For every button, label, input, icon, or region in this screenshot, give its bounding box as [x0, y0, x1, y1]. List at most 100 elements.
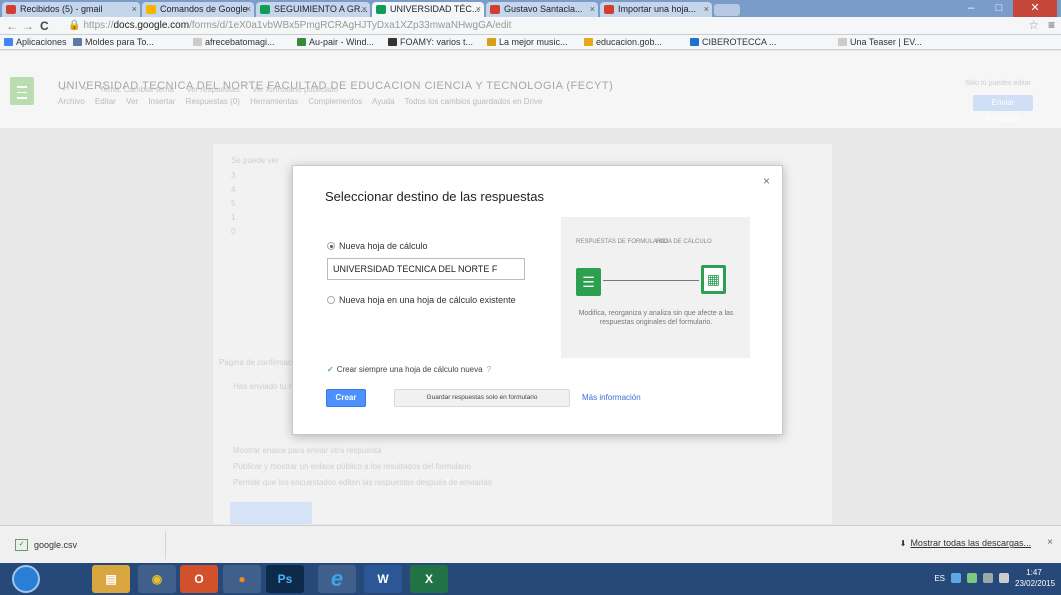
bookmark-icon — [73, 38, 82, 46]
bookmark-label: afrecebatomagi... — [205, 37, 275, 47]
tab-gustavo[interactable]: Gustavo Santacla... × — [486, 2, 598, 17]
bookmark-label: Au-pair - Wind... — [309, 37, 375, 47]
menu-complementos[interactable]: Complementos — [308, 97, 362, 106]
dialog-close-icon[interactable]: × — [763, 174, 770, 188]
bookmark-foamy[interactable]: FOAMY: varios t... — [388, 35, 473, 49]
volume-icon[interactable] — [999, 573, 1009, 583]
word-icon[interactable]: W — [364, 565, 402, 593]
download-item[interactable]: ✓ google.csv — [8, 531, 166, 559]
tab-label: Comandos de Google — [160, 4, 248, 14]
window-controls: – □ ✕ — [957, 0, 1057, 17]
existing-sheet-option[interactable]: Nueva hoja en una hoja de cálculo existe… — [327, 295, 516, 305]
more-info-link[interactable]: Más información — [582, 393, 641, 402]
create-button[interactable]: Crear — [326, 389, 366, 407]
flag-icon[interactable] — [983, 573, 993, 583]
send-form-button-bottom[interactable] — [230, 502, 312, 524]
dialog-title: Seleccionar destino de las respuestas — [325, 189, 544, 204]
chrome-icon[interactable]: ◉ — [138, 565, 176, 593]
firefox-icon[interactable]: ● — [223, 565, 261, 593]
browser-menu-icon[interactable]: ≡ — [1048, 18, 1055, 32]
redo-icon[interactable]: ↷ — [81, 85, 88, 94]
always-new-sheet-checkbox[interactable]: ✓ Crear siempre una hoja de cálculo nueva… — [327, 365, 491, 374]
send-form-button[interactable]: Enviar formulario — [973, 95, 1033, 123]
tab-universidad-active[interactable]: UNIVERSIDAD TÉC... × — [372, 2, 484, 17]
start-button-icon[interactable] — [12, 565, 40, 593]
menu-insertar[interactable]: Insertar — [148, 97, 175, 106]
language-indicator[interactable]: ES — [934, 574, 945, 583]
bookmark-ciberotecca[interactable]: CIBEROTECCA ... — [690, 35, 777, 49]
menu-editar[interactable]: Editar — [95, 97, 116, 106]
tab-seguimiento[interactable]: SEGUIMIENTO A GR... × — [256, 2, 370, 17]
bookmark-label: CIBEROTECCA ... — [702, 37, 777, 47]
tab-label: UNIVERSIDAD TÉC... — [390, 4, 480, 14]
change-theme-button[interactable]: Tema: Cambiar tema — [100, 85, 174, 94]
tab-close-icon[interactable]: × — [704, 2, 709, 17]
tab-close-icon[interactable]: × — [362, 2, 367, 17]
maximize-icon[interactable]: □ — [985, 0, 1013, 17]
tab-close-icon[interactable]: × — [132, 2, 137, 17]
tab-close-icon[interactable]: × — [476, 2, 481, 17]
address-bar-row: ← → C 🔒 https://docs.google.com/forms/d/1… — [0, 17, 1061, 35]
forms-menu-icon[interactable] — [10, 77, 34, 105]
bookmark-aupair[interactable]: Au-pair - Wind... — [297, 35, 375, 49]
system-clock[interactable]: 1:47 23/02/2015 — [1015, 567, 1055, 589]
help-icon[interactable]: ? — [487, 365, 491, 374]
bookmark-teaser[interactable]: Una Teaser | EV... — [838, 35, 922, 49]
office-icon[interactable]: O — [180, 565, 218, 593]
bookmark-moldes[interactable]: Moldes para To... — [73, 35, 154, 49]
radio-unselected-icon[interactable] — [327, 296, 335, 304]
url-host: docs.google.com — [113, 20, 190, 31]
bookmark-educacion[interactable]: educacion.gob... — [584, 35, 662, 49]
option-item: 4 — [231, 185, 236, 194]
tab-gmail[interactable]: Recibidos (5) - gmail × — [2, 2, 140, 17]
radio-selected-icon[interactable] — [327, 242, 335, 250]
view-live-form-button[interactable]: Ver formulario publicado — [252, 85, 338, 94]
new-tab-button[interactable] — [714, 4, 740, 16]
option-item: 1 — [231, 213, 236, 222]
forward-arrow-icon[interactable]: → — [22, 18, 34, 34]
bookmark-star-icon[interactable]: ☆ — [1028, 18, 1039, 32]
document-menu: Archivo Editar Ver Insertar Respuestas (… — [58, 97, 550, 106]
download-bar-close-icon[interactable]: × — [1047, 537, 1053, 548]
security-icon[interactable] — [967, 573, 977, 583]
photoshop-icon[interactable]: Ps — [266, 565, 304, 593]
tab-label: Recibidos (5) - gmail — [20, 4, 103, 14]
bookmark-aplicaciones[interactable]: Aplicaciones — [4, 35, 67, 49]
keep-in-form-button[interactable]: Guardar respuestas solo en formulario — [394, 389, 570, 407]
bookmark-icon — [584, 38, 593, 46]
menu-herramientas[interactable]: Herramientas — [250, 97, 298, 106]
minimize-icon[interactable]: – — [957, 0, 985, 17]
undo-icon[interactable]: ↶ — [62, 85, 69, 94]
tab-label: Gustavo Santacla... — [504, 4, 583, 14]
sheets-icon — [260, 5, 270, 14]
page-icon — [838, 38, 847, 46]
view-responses-button[interactable]: Ver respuestas — [186, 85, 239, 94]
file-explorer-icon[interactable]: ▤ — [92, 565, 130, 593]
reload-icon[interactable]: C — [40, 18, 49, 34]
illus-description: Modifica, reorganiza y analiza sin que a… — [578, 310, 734, 326]
back-arrow-icon[interactable]: ← — [6, 18, 18, 34]
sheet-name-input[interactable] — [327, 258, 525, 280]
menu-ver[interactable]: Ver — [126, 97, 138, 106]
bookmark-musica[interactable]: La mejor music... — [487, 35, 568, 49]
setting-option: Mostrar enlace para enviar otra respuest… — [233, 446, 382, 455]
menu-archivo[interactable]: Archivo — [58, 97, 85, 106]
existing-sheet-label: Nueva hoja en una hoja de cálculo existe… — [339, 295, 516, 305]
tab-comandos[interactable]: Comandos de Google × — [142, 2, 254, 17]
tab-close-icon[interactable]: × — [246, 2, 251, 17]
new-sheet-option[interactable]: Nueva hoja de cálculo — [327, 241, 428, 251]
checkmark-icon[interactable]: ✓ — [327, 365, 334, 374]
excel-icon[interactable]: X — [410, 565, 448, 593]
bookmark-label: Aplicaciones — [16, 37, 67, 47]
internet-explorer-icon[interactable]: e — [318, 565, 356, 593]
always-new-label: Crear siempre una hoja de cálculo nueva — [336, 365, 483, 374]
tab-close-icon[interactable]: × — [590, 2, 595, 17]
close-window-icon[interactable]: ✕ — [1013, 0, 1057, 17]
show-all-downloads-link[interactable]: ⬇ Mostrar todas las descargas... — [900, 538, 1031, 548]
url-field[interactable]: 🔒 https://docs.google.com/forms/d/1eX0a1v… — [68, 19, 1018, 33]
bookmark-afrecebato[interactable]: afrecebatomagi... — [193, 35, 275, 49]
menu-respuestas[interactable]: Respuestas (0) — [186, 97, 240, 106]
menu-ayuda[interactable]: Ayuda — [372, 97, 395, 106]
tab-importar[interactable]: Importar una hoja... × — [600, 2, 712, 17]
network-icon[interactable] — [951, 573, 961, 583]
